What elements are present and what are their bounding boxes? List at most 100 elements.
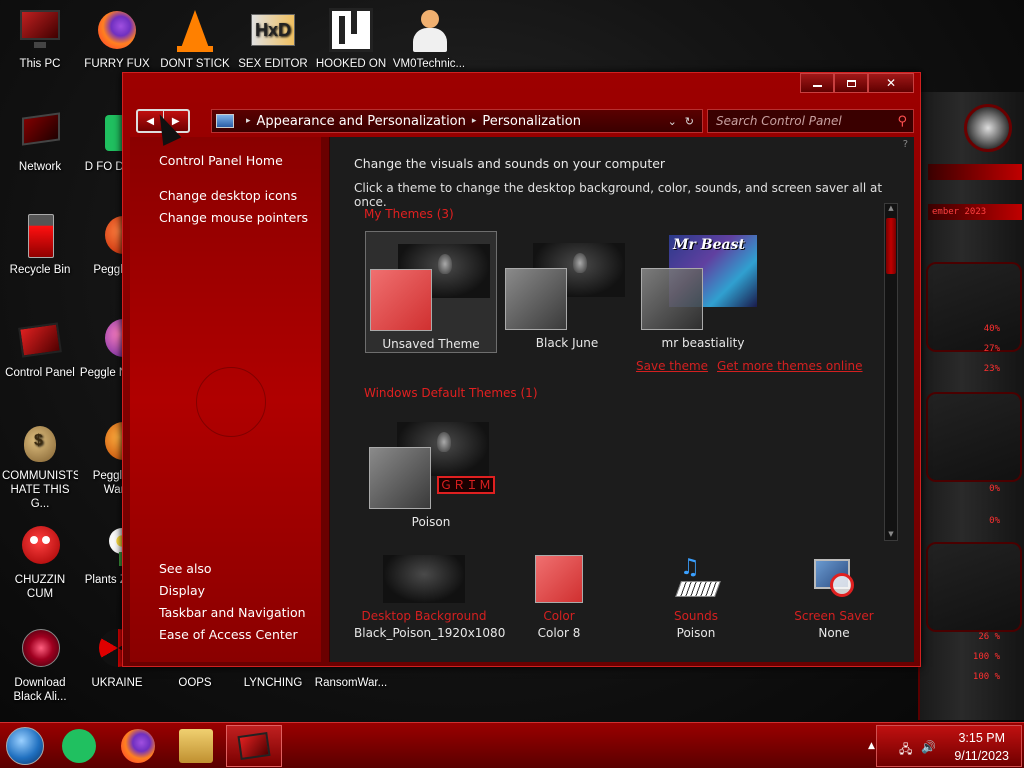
see-also-taskbar[interactable]: Taskbar and Navigation [159, 605, 306, 620]
hex-editor-icon: HxD [249, 6, 297, 54]
firefox-icon[interactable] [121, 729, 155, 763]
theme-unsaved[interactable]: Unsaved Theme [365, 231, 497, 353]
breadcrumb-arrow-icon[interactable]: ▸ [246, 116, 251, 126]
theme-name: mr beastiality [661, 336, 745, 350]
deco-stat: 100 % [972, 672, 1000, 682]
address-bar[interactable]: ▸ Appearance and Personalization ▸ Perso… [211, 109, 703, 133]
watermark-logo [196, 367, 266, 437]
deco-panel [926, 392, 1022, 482]
window-controls: ✕ [800, 73, 914, 93]
theme-settings-row: Desktop Background Black_Poison_1920x108… [330, 555, 914, 665]
grim-logo: ＧＲＩＭ [437, 476, 495, 494]
sidebar-see-also: See also Display Taskbar and Navigation … [159, 561, 306, 649]
network-tray-icon[interactable]: 🖧 [899, 740, 912, 761]
sounds-setting[interactable]: ♫ Sounds Poison [626, 555, 766, 640]
default-themes-label: Windows Default Themes (1) [364, 386, 538, 400]
deco-date-bar: ember 2023 [928, 204, 1022, 220]
start-button[interactable] [6, 727, 44, 765]
sidebar-control-panel-home[interactable]: Control Panel Home [159, 153, 308, 168]
minimize-icon [812, 84, 822, 87]
desktop-icon-label: Control Panel [5, 367, 75, 379]
setting-value: None [818, 626, 850, 640]
see-also-header: See also [159, 561, 212, 576]
recycle-bin-icon [16, 212, 64, 260]
window-body: Control Panel Home Change desktop icons … [130, 137, 914, 662]
setting-value: Black_Poison_1920x1080 [354, 626, 506, 640]
deco-stat: 100 % [972, 652, 1000, 662]
sidebar-tasks: Control Panel Home Change desktop icons … [159, 153, 308, 232]
clock-date[interactable]: 9/11/2023 [954, 749, 1009, 763]
desktop-icon-network[interactable]: Network [2, 109, 78, 174]
get-more-themes-link[interactable]: Get more themes online [717, 359, 863, 373]
desktop-icon-control-panel[interactable]: Control Panel [2, 315, 78, 380]
desktop-icon-label: Recycle Bin [9, 264, 71, 276]
person-icon [405, 6, 453, 54]
desktop-background-setting[interactable]: Desktop Background Black_Poison_1920x108… [354, 555, 506, 640]
desktop-icon-communists[interactable]: $ COMMUNISTS HATE THIS G... [2, 418, 78, 511]
search-box[interactable]: ⚲ [707, 109, 914, 133]
color-setting[interactable]: Color Color 8 [489, 555, 629, 640]
desktop-icon-label: UKRAINE [91, 677, 143, 689]
scrollbar-thumb[interactable] [886, 218, 896, 274]
scroll-down-icon[interactable]: ▼ [886, 530, 896, 540]
desktop-icon-sex-editor[interactable]: HxD SEX EDITOR [235, 6, 311, 71]
clock-time[interactable]: 3:15 PM [958, 731, 1005, 745]
monitor-icon [16, 6, 64, 54]
desktop-icon-label: FURRY FUX [84, 58, 150, 70]
theme-color-swatch [505, 268, 567, 330]
theme-name: Poison [411, 515, 451, 529]
taskbar-control-panel-button[interactable] [226, 725, 282, 767]
desktop-icon-this-pc[interactable]: This PC [2, 6, 78, 71]
close-icon: ✕ [885, 76, 897, 90]
desktop-icon-dont-stick[interactable]: DONT STICK [157, 6, 233, 71]
deco-date-bar [928, 164, 1022, 180]
refresh-icon[interactable]: ↻ [685, 115, 694, 128]
sidebar: Control Panel Home Change desktop icons … [130, 137, 321, 662]
sounds-icon: ♫ [672, 555, 721, 603]
rainmeter-skin: ember 2023 40% 27% 23% 0% 0% 26 % 100 % … [918, 92, 1024, 720]
desktop-icon-chuzzin[interactable]: CHUZZIN CUM [2, 522, 78, 601]
desktop-icon-label: HOOKED ON [315, 58, 387, 70]
desktop-icon-furry-fux[interactable]: FURRY FUX [79, 6, 155, 71]
search-input[interactable] [716, 114, 898, 128]
vlc-cone-icon [171, 6, 219, 54]
desktop-icon-hooked-on[interactable]: HOOKED ON [313, 6, 389, 71]
breadcrumb-personalization[interactable]: Personalization [482, 114, 581, 129]
control-panel-icon [237, 732, 271, 760]
sidebar-change-desktop-icons[interactable]: Change desktop icons [159, 188, 308, 203]
see-also-ease-of-access[interactable]: Ease of Access Center [159, 627, 306, 642]
volume-icon[interactable]: 🔊 [921, 740, 936, 754]
see-also-display[interactable]: Display [159, 583, 306, 598]
spotify-like-app-icon[interactable] [62, 729, 96, 763]
file-explorer-icon[interactable] [179, 729, 213, 763]
breadcrumb-appearance[interactable]: Appearance and Personalization [257, 114, 466, 129]
firefox-icon [93, 6, 141, 54]
minimize-button[interactable] [800, 73, 834, 93]
themes-scrollbar[interactable]: ▲ ▼ [884, 203, 898, 541]
maximize-button[interactable] [834, 73, 868, 93]
chevron-down-icon[interactable]: ⌄ [668, 115, 677, 128]
save-theme-link[interactable]: Save theme [636, 359, 708, 373]
desktop-icon-recycle-bin[interactable]: Recycle Bin [2, 212, 78, 277]
color-swatch-icon [535, 555, 583, 603]
desktop-icon-vm0technic[interactable]: VM0Technic... [391, 6, 467, 71]
screen-saver-setting[interactable]: Screen Saver None [764, 555, 904, 640]
theme-black-june[interactable]: Black June [501, 231, 633, 353]
maximize-icon [846, 79, 856, 87]
theme-mr-beastiality[interactable]: Mr Beast mr beastiality [637, 231, 769, 353]
help-icon[interactable]: ? [903, 139, 908, 150]
setting-title: Sounds [673, 609, 719, 623]
desktop-icon-label: RansomWar... [314, 677, 388, 689]
scroll-up-icon[interactable]: ▲ [886, 204, 896, 214]
alien-logo-icon [964, 104, 1012, 152]
theme-poison[interactable]: ＧＲＩＭ Poison [365, 410, 497, 532]
page-title: Change the visuals and sounds on your co… [354, 156, 666, 171]
sidebar-change-mouse-pointers[interactable]: Change mouse pointers [159, 210, 308, 225]
system-tray: 🖧 🔊 3:15 PM 9/11/2023 [876, 725, 1022, 767]
desktop-icon-download-black-alien[interactable]: Download Black Ali... [2, 625, 78, 704]
search-icon[interactable]: ⚲ [897, 114, 907, 129]
setting-value: Color 8 [537, 626, 581, 640]
close-button[interactable]: ✕ [868, 73, 914, 93]
breadcrumb-arrow-icon[interactable]: ▸ [472, 116, 477, 126]
theme-color-swatch [370, 269, 432, 331]
